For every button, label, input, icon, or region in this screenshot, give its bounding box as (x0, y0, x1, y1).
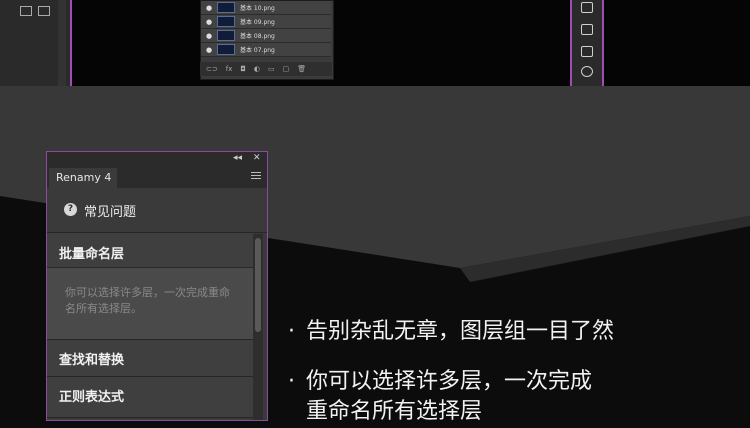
layers-panel-footer: ⊂⊃ fx ◘ ◐ ▭ ▢ 🗑 (200, 62, 332, 76)
tab-renamy[interactable]: Renamy 4 (49, 168, 117, 188)
panel-menu-icon[interactable] (251, 172, 261, 181)
scrollbar-thumb[interactable] (255, 238, 261, 332)
layer-thumbnail (217, 16, 235, 27)
screen-mode-icon[interactable] (20, 6, 32, 16)
adjustment-icon[interactable]: ◐ (254, 65, 260, 73)
layer-row[interactable]: ● 基本 07.png (201, 43, 331, 57)
photoshop-screenshot-strip (0, 0, 750, 88)
feature-text-continued: 重命名所有选择层 (306, 396, 482, 428)
layer-thumbnail (217, 44, 235, 55)
user-icon[interactable] (581, 66, 593, 77)
visibility-eye-icon[interactable]: ● (201, 18, 217, 26)
section-batch-rename[interactable]: 批量命名层 你可以选择许多层，一次完成重命名所有选择层。 (47, 233, 253, 340)
layer-name: 基本 10.png (240, 5, 275, 12)
fx-icon[interactable]: fx (226, 65, 233, 73)
folder-icon[interactable]: ▭ (268, 65, 275, 73)
faq-row[interactable]: ? 常见问题 (47, 188, 267, 233)
panel-titlebar: ◂◂ ✕ (47, 152, 267, 166)
layer-row[interactable]: ● 基本 09.png (201, 15, 331, 29)
feature-bullet: · 你可以选择许多层，一次完成 (288, 366, 592, 398)
layer-row[interactable]: ● 基本 10.png (201, 1, 331, 15)
image-icon[interactable] (581, 46, 593, 57)
library-icon[interactable] (581, 2, 593, 13)
section-find-replace[interactable]: 查找和替换 (47, 340, 253, 377)
ps-right-dock (570, 0, 604, 86)
mask-icon[interactable]: ◘ (240, 65, 246, 73)
close-icon[interactable]: ✕ (253, 153, 261, 163)
section-title: 批量命名层 (59, 247, 125, 262)
layer-row[interactable]: ● 基本 08.png (201, 29, 331, 43)
trash-icon[interactable]: 🗑 (297, 65, 306, 73)
panel-tabbar: Renamy 4 (47, 166, 267, 188)
layer-thumbnail (217, 30, 235, 41)
feature-text: 你可以选择许多层，一次完成 (306, 369, 593, 394)
section-description: 你可以选择许多层，一次完成重命名所有选择层。 (65, 286, 230, 315)
collapse-icon[interactable]: ◂◂ (233, 153, 242, 163)
visibility-eye-icon[interactable]: ● (201, 46, 217, 54)
layer-name: 基本 09.png (240, 19, 275, 26)
layer-name: 基本 07.png (240, 47, 275, 54)
layer-thumbnail (217, 2, 235, 13)
artboard-icon[interactable] (38, 6, 50, 16)
panel-scrollbar[interactable] (253, 234, 263, 420)
new-layer-icon[interactable]: ▢ (283, 65, 290, 73)
link-icon[interactable]: ⊂⊃ (206, 65, 218, 73)
visibility-eye-icon[interactable]: ● (201, 4, 217, 12)
faq-label: 常见问题 (84, 205, 137, 220)
visibility-eye-icon[interactable]: ● (201, 32, 217, 40)
swatches-icon[interactable] (581, 24, 593, 35)
feature-text: 告别杂乱无章，图层组一目了然 (306, 319, 615, 344)
layer-name: 基本 08.png (240, 33, 275, 40)
section-title: 查找和替换 (59, 353, 125, 368)
bullet-dot: · (288, 369, 295, 394)
feature-bullet: · 告别杂乱无章，图层组一目了然 (288, 316, 614, 348)
renamy-panel: ◂◂ ✕ Renamy 4 ? 常见问题 批量命名层 你可以选择许多层，一次完成… (46, 151, 268, 421)
bullet-dot: · (288, 319, 295, 344)
help-icon: ? (64, 203, 77, 216)
ps-vertical-ruler (58, 0, 66, 86)
section-title: 正则表达式 (59, 390, 125, 405)
